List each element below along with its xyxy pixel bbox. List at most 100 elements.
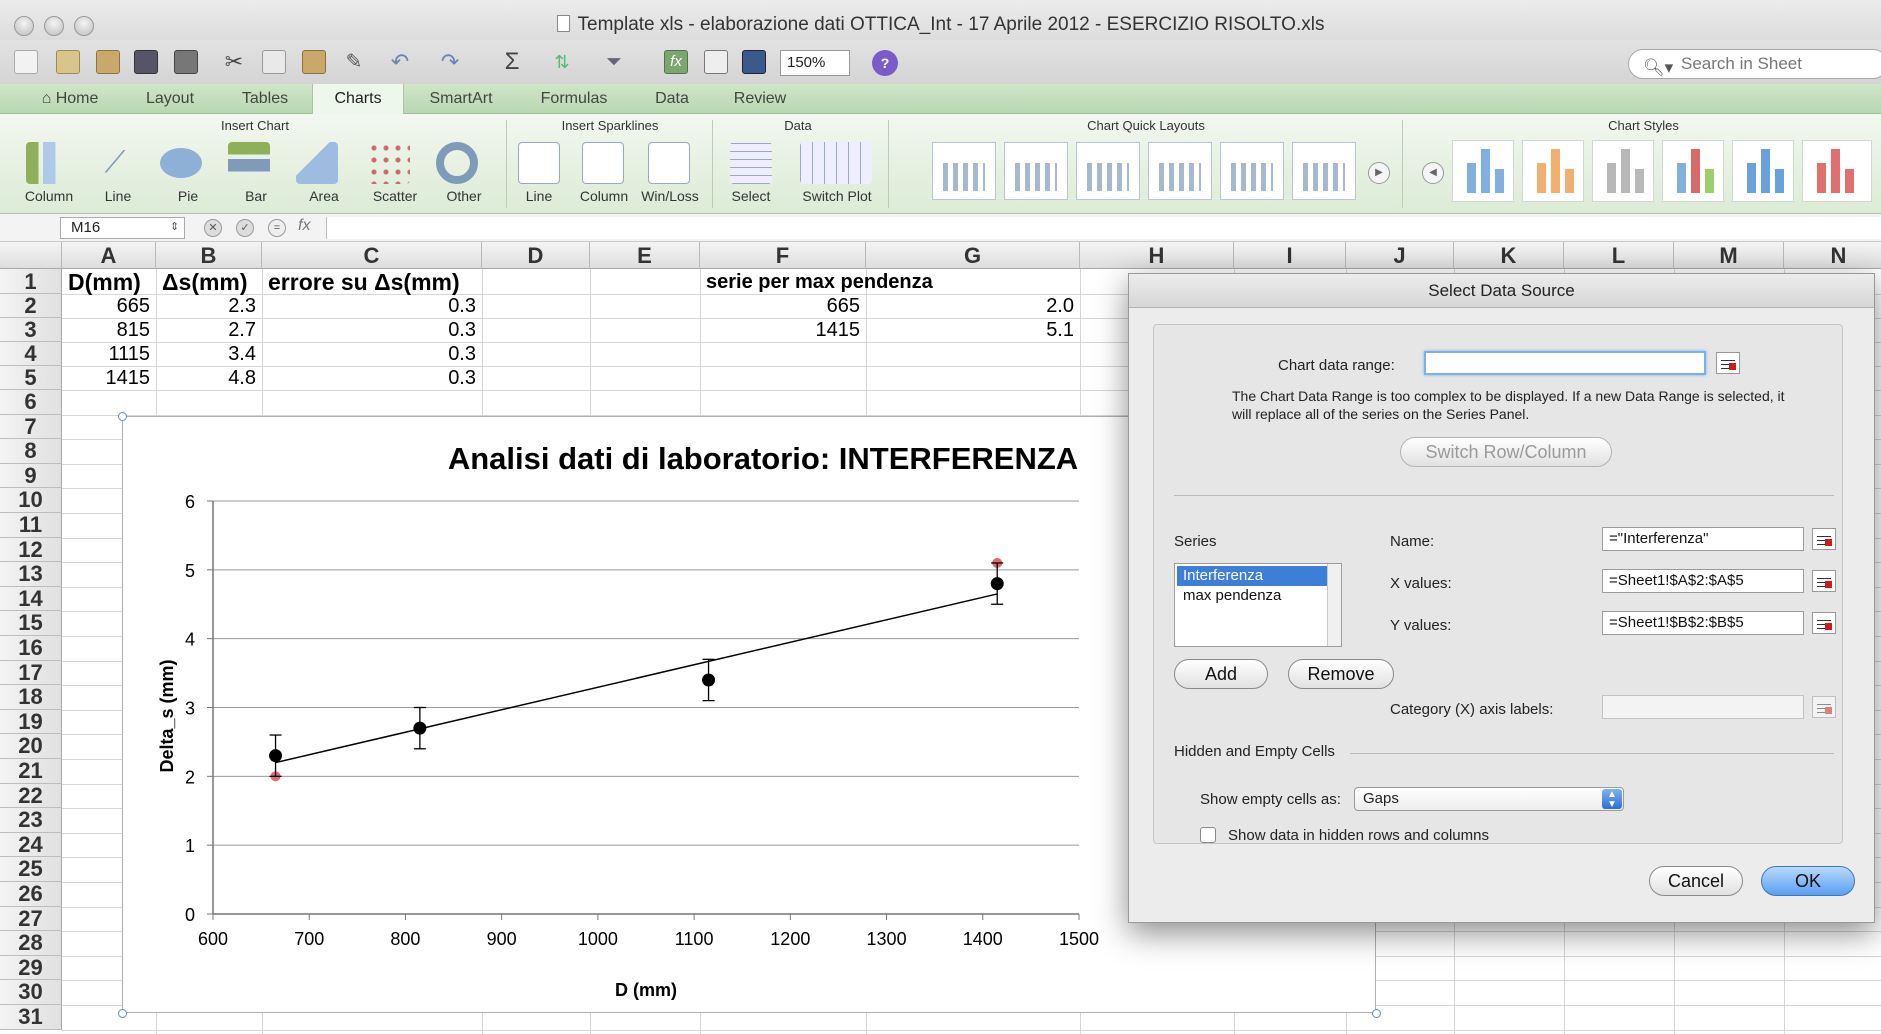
row-header-23[interactable]: 23 xyxy=(0,808,62,833)
row-header-15[interactable]: 15 xyxy=(0,611,62,636)
switch-plot-icon[interactable] xyxy=(800,142,872,184)
line-chart-icon[interactable]: ⟋ xyxy=(94,142,136,184)
row-header-18[interactable]: 18 xyxy=(0,685,62,710)
chart-style-4[interactable] xyxy=(1662,140,1724,202)
category-axis-labels-input[interactable] xyxy=(1602,695,1804,719)
sparkline-line-icon[interactable] xyxy=(518,142,560,184)
column-header-n[interactable]: N xyxy=(1784,242,1881,269)
column-header-c[interactable]: C xyxy=(262,242,482,269)
series-list-scrollbar[interactable] xyxy=(1327,564,1341,646)
data-point[interactable] xyxy=(702,673,716,687)
chart-data-range-input[interactable] xyxy=(1424,351,1706,375)
cell-a5[interactable]: 1415 xyxy=(62,366,156,390)
data-point[interactable] xyxy=(269,749,283,763)
insert-bar-label[interactable]: Bar xyxy=(226,188,286,204)
row-header-8[interactable]: 8 xyxy=(0,439,62,464)
sparkline-column-icon[interactable] xyxy=(582,142,624,184)
insert-scatter-label[interactable]: Scatter xyxy=(360,188,430,204)
cell-c2[interactable]: 0.3 xyxy=(262,294,482,318)
category-range-picker-icon[interactable] xyxy=(1812,696,1836,718)
tab-review[interactable]: Review xyxy=(714,84,806,114)
column-header-d[interactable]: D xyxy=(482,242,590,269)
select-data-label[interactable]: Select xyxy=(720,188,782,204)
row-header-1[interactable]: 1 xyxy=(0,269,62,294)
paste-icon[interactable] xyxy=(302,50,326,74)
column-header-m[interactable]: M xyxy=(1674,242,1784,269)
x-tick-label[interactable]: 1100 xyxy=(675,929,714,949)
insert-area-label[interactable]: Area xyxy=(294,188,354,204)
column-header-g[interactable]: G xyxy=(866,242,1080,269)
row-header-7[interactable]: 7 xyxy=(0,414,62,440)
insert-other-label[interactable]: Other xyxy=(434,188,494,204)
series-list[interactable]: Interferenza max pendenza xyxy=(1174,563,1342,647)
row-header-28[interactable]: 28 xyxy=(0,931,62,956)
tab-tables[interactable]: Tables xyxy=(220,84,310,114)
chart-resize-handle[interactable] xyxy=(118,412,127,421)
pie-chart-icon[interactable] xyxy=(160,148,202,178)
cut-icon[interactable]: ✂ xyxy=(222,50,246,74)
bar-chart-icon[interactable] xyxy=(228,142,270,184)
row-header-4[interactable]: 4 xyxy=(0,342,62,366)
redo-icon[interactable]: ↷ xyxy=(438,50,462,74)
cell-c3[interactable]: 0.3 xyxy=(262,318,482,342)
cell-f3[interactable]: 1415 xyxy=(700,318,866,342)
y-tick-label[interactable]: 5 xyxy=(185,561,195,581)
column-chart-icon[interactable] xyxy=(26,142,68,184)
other-chart-icon[interactable] xyxy=(436,142,478,184)
row-header-12[interactable]: 12 xyxy=(0,537,62,563)
quick-layout-1[interactable] xyxy=(932,142,996,200)
y-tick-label[interactable]: 0 xyxy=(185,905,195,925)
y-values-input[interactable]: =Sheet1!$B$2:$B$5 xyxy=(1602,611,1804,635)
row-header-9[interactable]: 9 xyxy=(0,463,62,489)
media-browser-icon[interactable] xyxy=(742,50,766,74)
search-in-sheet-input[interactable]: 🔍︎▾ Search in Sheet xyxy=(1628,49,1881,79)
row-header-14[interactable]: 14 xyxy=(0,586,62,612)
x-tick-label[interactable]: 700 xyxy=(294,929,324,949)
series-name-input[interactable]: ="Interferenza" xyxy=(1602,527,1804,551)
tab-formulas[interactable]: Formulas xyxy=(518,84,630,114)
x-tick-label[interactable]: 800 xyxy=(390,929,420,949)
cell-c4[interactable]: 0.3 xyxy=(262,342,482,366)
select-data-icon[interactable] xyxy=(730,142,772,184)
empty-cells-select[interactable]: Gaps ▲ ▼ xyxy=(1354,787,1624,811)
next-layouts-arrow-icon[interactable]: ▶ xyxy=(1368,162,1390,184)
add-series-button[interactable]: Add xyxy=(1174,659,1268,689)
y-tick-label[interactable]: 1 xyxy=(185,836,195,856)
name-box-stepper-icon[interactable]: ⇕ xyxy=(170,220,179,233)
cell-b1[interactable]: Δs(mm) xyxy=(156,270,254,294)
y-values-range-picker-icon[interactable] xyxy=(1812,612,1836,634)
row-header-24[interactable]: 24 xyxy=(0,832,62,858)
row-header-10[interactable]: 10 xyxy=(0,488,62,513)
help-icon[interactable]: ? xyxy=(872,50,898,76)
row-header-11[interactable]: 11 xyxy=(0,512,62,538)
name-box[interactable]: M16 xyxy=(60,217,185,239)
row-header-19[interactable]: 19 xyxy=(0,709,62,735)
row-header-5[interactable]: 5 xyxy=(0,366,62,390)
cell-g3[interactable]: 5.1 xyxy=(866,318,1080,342)
column-header-b[interactable]: B xyxy=(156,242,262,269)
chart-style-2[interactable] xyxy=(1522,140,1584,202)
x-tick-label[interactable]: 600 xyxy=(198,929,228,949)
y-tick-label[interactable]: 3 xyxy=(185,699,195,719)
series-item-max-pendenza[interactable]: max pendenza xyxy=(1177,586,1327,606)
chart-resize-handle[interactable] xyxy=(1372,1009,1381,1018)
row-header-20[interactable]: 20 xyxy=(0,734,62,759)
y-axis-title[interactable]: Delta_s (mm) xyxy=(157,659,177,772)
x-tick-label[interactable]: 1500 xyxy=(1059,929,1099,949)
column-header-f[interactable]: F xyxy=(700,242,866,269)
column-header-j[interactable]: J xyxy=(1346,242,1454,269)
x-values-input[interactable]: =Sheet1!$A$2:$A$5 xyxy=(1602,569,1804,593)
row-header-3[interactable]: 3 xyxy=(0,318,62,342)
previous-styles-arrow-icon[interactable]: ◀ xyxy=(1422,162,1444,184)
plot-area[interactable]: 0 1 2 3 4 5 6 600 700 800 900 1000 1100 1200 1300 1400 1… xyxy=(185,492,1099,949)
formula-equals-icon[interactable]: = xyxy=(268,219,286,237)
format-painter-icon[interactable]: ✎ xyxy=(342,50,366,74)
quick-layout-6[interactable] xyxy=(1292,142,1356,200)
column-header-i[interactable]: I xyxy=(1234,242,1346,269)
cell-f2[interactable]: 665 xyxy=(700,294,866,318)
chart-style-3[interactable] xyxy=(1592,140,1654,202)
column-header-k[interactable]: K xyxy=(1454,242,1564,269)
filter-icon[interactable]: ⏷ xyxy=(602,50,626,74)
switch-row-column-button[interactable]: Switch Row/Column xyxy=(1400,437,1612,467)
row-header-6[interactable]: 6 xyxy=(0,389,62,415)
